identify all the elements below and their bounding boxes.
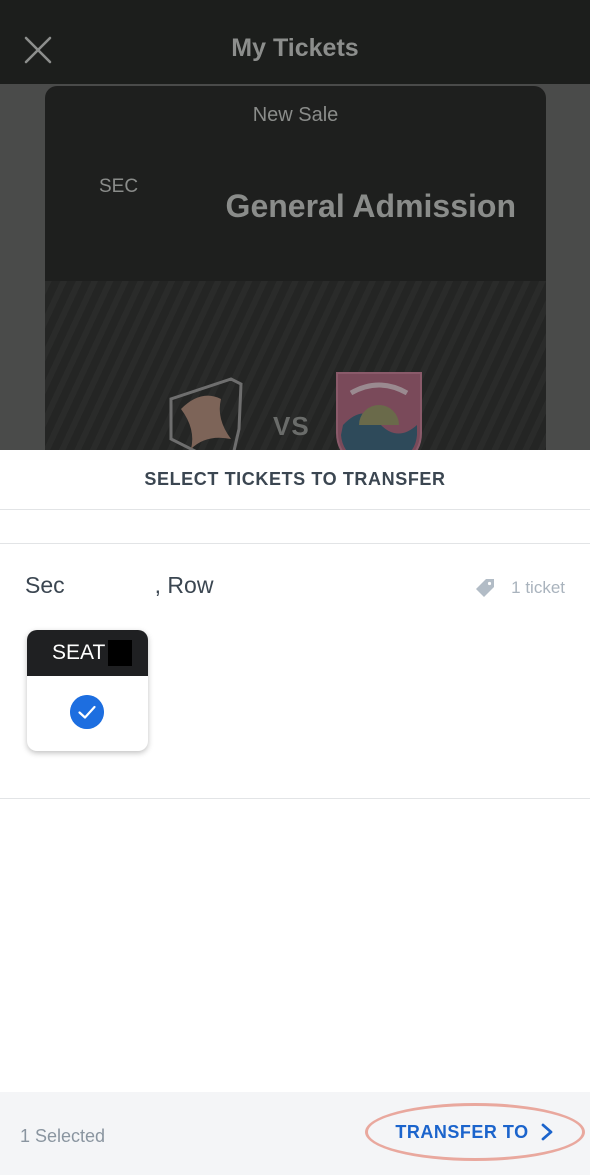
seat-card[interactable]: SEAT: [27, 630, 148, 751]
transfer-sheet: SELECT TICKETS TO TRANSFER Sec , Row 1 ti…: [0, 450, 590, 1175]
ticket-card-label: New Sale: [252, 104, 339, 126]
header-bar: My Tickets: [0, 0, 590, 84]
background-page: My Tickets New Sale SEC General Admissio…: [0, 0, 590, 450]
row-prefix: , Row: [154, 572, 214, 598]
ticket-count: 1 ticket: [473, 576, 565, 600]
seat-label: SEAT: [52, 641, 106, 664]
section-value: General Admission: [225, 188, 516, 224]
chevron-right-icon: [541, 1123, 552, 1141]
checkmark-icon[interactable]: [70, 695, 104, 729]
ticket-count-label: 1 ticket: [511, 578, 565, 597]
divider: [0, 798, 590, 799]
ticket-tag-icon: [476, 579, 495, 597]
transfer-to-label: TRANSFER TO: [395, 1121, 529, 1142]
divider: [0, 543, 590, 544]
sheet-title: SELECT TICKETS TO TRANSFER: [0, 450, 590, 510]
section-label: SEC: [99, 176, 139, 197]
seat-header: SEAT: [27, 630, 148, 676]
seat-location-label: Sec , Row: [25, 572, 213, 599]
away-team-logo: [336, 372, 422, 450]
vs-label: VS: [273, 411, 310, 441]
seat-number-redacted: [108, 640, 133, 666]
selected-count: 1 Selected: [20, 1126, 106, 1146]
event-image: VS: [45, 281, 546, 450]
page-title: My Tickets: [231, 34, 359, 62]
home-team-logo: [169, 377, 243, 450]
footer-bar: 1 Selected TRANSFER TO: [0, 1092, 590, 1175]
transfer-to-button[interactable]: TRANSFER TO: [365, 1103, 585, 1161]
ticket-card: New Sale SEC General Admission VS: [45, 86, 546, 450]
section-prefix: Sec: [25, 572, 65, 598]
